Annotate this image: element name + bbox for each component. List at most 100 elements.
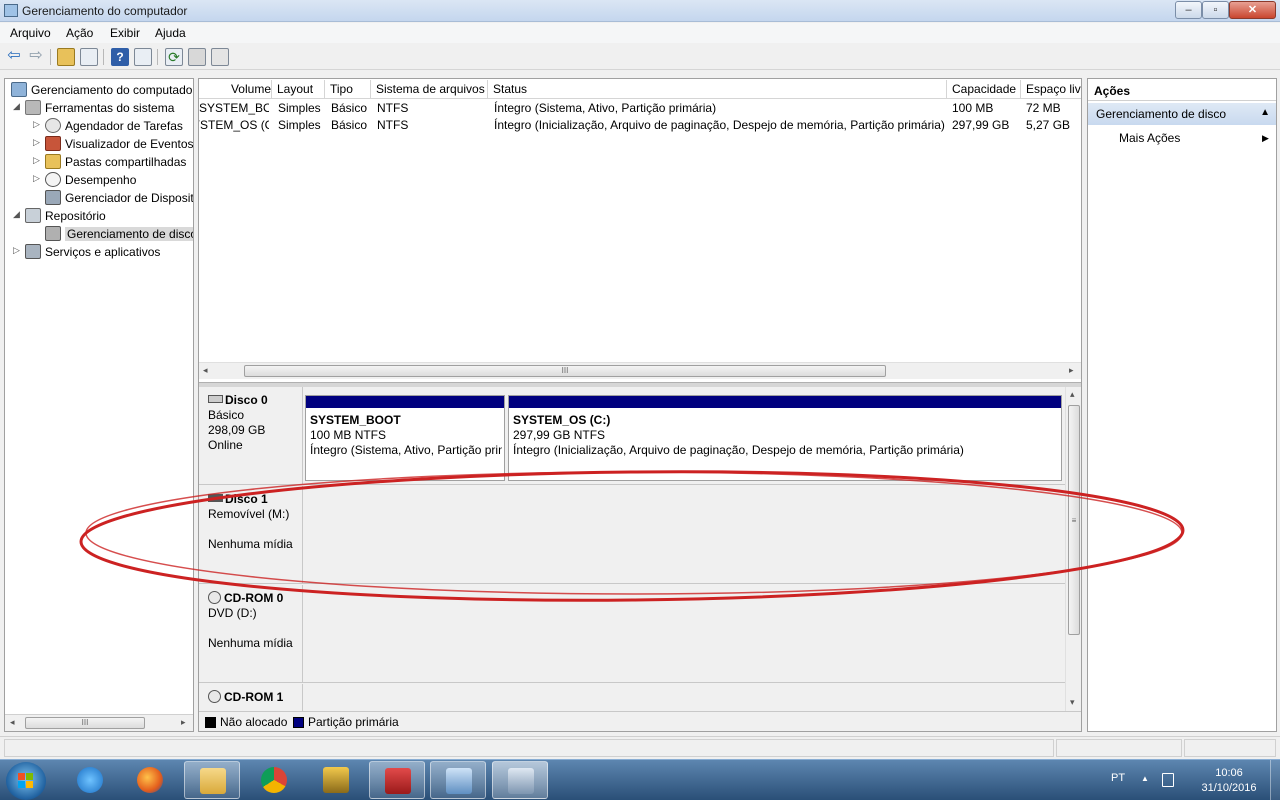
status-bar bbox=[0, 736, 1280, 758]
cd-rom-icon bbox=[208, 690, 221, 703]
taskbar: PT ▲ 10:06 31/10/2016 bbox=[0, 759, 1280, 800]
disk-label[interactable]: CD-ROM 0 DVD (D:) Nenhuma mídia bbox=[199, 585, 303, 683]
taskbar-internet-explorer[interactable] bbox=[62, 761, 118, 799]
expanded-icon[interactable]: ◢ bbox=[13, 101, 23, 112]
collapsed-icon[interactable]: ▷ bbox=[33, 155, 43, 166]
menu-exibir[interactable]: Exibir bbox=[110, 26, 140, 40]
show-hidden-icons-arrow[interactable]: ▲ bbox=[1141, 774, 1149, 783]
device-manager-icon bbox=[45, 190, 61, 205]
tree-services-apps[interactable]: ▷ Serviços e aplicativos bbox=[13, 243, 193, 261]
disk-row-cdrom-0[interactable]: CD-ROM 0 DVD (D:) Nenhuma mídia bbox=[199, 585, 1065, 683]
forward-button[interactable]: ⇨ bbox=[27, 48, 45, 66]
cell-type: Básico bbox=[331, 118, 368, 132]
collapsed-icon[interactable]: ▷ bbox=[33, 137, 43, 148]
back-button[interactable]: ⇦ bbox=[5, 48, 23, 66]
show-hide-tree-icon[interactable] bbox=[80, 48, 98, 66]
scroll-thumb[interactable]: III bbox=[25, 717, 145, 729]
column-free-space[interactable]: Espaço livre bbox=[1021, 80, 1081, 99]
chrome-icon bbox=[261, 767, 287, 793]
tree-device-manager[interactable]: Gerenciador de Dispositivos bbox=[33, 189, 193, 207]
maximize-button[interactable]: ▫ bbox=[1202, 1, 1229, 19]
menu-arquivo[interactable]: Arquivo bbox=[10, 26, 51, 40]
console-tree: Gerenciamento do computador (Local) ◢ Fe… bbox=[4, 78, 194, 732]
tree-disk-management[interactable]: Gerenciamento de disco bbox=[33, 225, 193, 243]
column-volume[interactable]: Volume bbox=[199, 80, 272, 99]
taskbar-chrome[interactable] bbox=[246, 761, 302, 799]
partition-system-boot[interactable]: SYSTEM_BOOT 100 MB NTFS Íntegro (Sistema… bbox=[305, 395, 505, 481]
folder-icon bbox=[200, 768, 226, 794]
disk-label[interactable]: Disco 0 Básico 298,09 GB Online bbox=[199, 387, 303, 485]
help-button[interactable]: ? bbox=[111, 48, 129, 66]
taskbar-computer-management[interactable] bbox=[492, 761, 548, 799]
tree-system-tools[interactable]: ◢ Ferramentas do sistema bbox=[13, 99, 193, 117]
expanded-icon[interactable]: ◢ bbox=[13, 209, 23, 220]
disk-row-cdrom-1[interactable]: CD-ROM 1 bbox=[199, 684, 1065, 711]
menu-bar: Arquivo Ação Exibir Ajuda bbox=[0, 23, 1280, 43]
disk-row-disco-1[interactable]: Disco 1 Removível (M:) Nenhuma mídia bbox=[199, 486, 1065, 584]
minimize-button[interactable]: ‒ bbox=[1175, 1, 1202, 19]
scroll-left-arrow-icon[interactable]: ◂ bbox=[10, 717, 15, 728]
tree-storage[interactable]: ◢ Repositório bbox=[13, 207, 193, 225]
menu-acao[interactable]: Ação bbox=[66, 26, 93, 40]
clock-icon bbox=[45, 118, 61, 133]
show-desktop-button[interactable] bbox=[1270, 760, 1280, 800]
collapsed-icon[interactable]: ▷ bbox=[33, 173, 43, 184]
scroll-right-arrow-icon[interactable]: ▸ bbox=[1069, 365, 1074, 376]
scroll-thumb[interactable]: III bbox=[244, 365, 886, 377]
scroll-left-arrow-icon[interactable]: ◂ bbox=[203, 365, 208, 376]
taskbar-toolbox-app[interactable] bbox=[369, 761, 425, 799]
refresh-icon[interactable]: ⟳ bbox=[165, 48, 183, 66]
legend-unallocated-swatch bbox=[205, 717, 216, 728]
column-type[interactable]: Tipo bbox=[325, 80, 371, 99]
disk-label[interactable]: Disco 1 Removível (M:) Nenhuma mídia bbox=[199, 486, 303, 584]
cd-rom-icon bbox=[208, 591, 221, 604]
tree-shared-folders[interactable]: ▷ Pastas compartilhadas bbox=[33, 153, 193, 171]
scroll-thumb[interactable]: ≡ bbox=[1068, 405, 1080, 635]
tree-task-scheduler[interactable]: ▷ Agendador de Tarefas bbox=[33, 117, 193, 135]
services-icon bbox=[25, 244, 41, 259]
menu-ajuda[interactable]: Ajuda bbox=[155, 26, 186, 40]
up-folder-icon[interactable] bbox=[57, 48, 75, 66]
show-hide-actions-icon[interactable] bbox=[134, 48, 152, 66]
clock-date: 31/10/2016 bbox=[1201, 782, 1257, 794]
submenu-arrow-icon[interactable]: ▶ bbox=[1262, 133, 1269, 144]
more-actions[interactable]: Mais Ações bbox=[1119, 131, 1180, 145]
start-button[interactable] bbox=[6, 762, 46, 800]
cell-free-space: 5,27 GB bbox=[1026, 118, 1071, 132]
column-filesystem[interactable]: Sistema de arquivos bbox=[371, 80, 488, 99]
actions-section-disk-management[interactable]: Gerenciamento de disco ▲ bbox=[1088, 103, 1276, 125]
volume-list-horizontal-scrollbar[interactable]: ◂ III ▸ bbox=[199, 362, 1081, 379]
collapsed-icon[interactable]: ▷ bbox=[13, 245, 23, 256]
partition-system-os[interactable]: SYSTEM_OS (C:) 297,99 GB NTFS Íntegro (I… bbox=[508, 395, 1062, 481]
system-clock[interactable]: 10:06 31/10/2016 bbox=[1196, 766, 1262, 796]
scroll-right-arrow-icon[interactable]: ▸ bbox=[181, 717, 186, 728]
network-icon[interactable] bbox=[1162, 773, 1174, 787]
scroll-up-arrow-icon[interactable]: ▴ bbox=[1070, 389, 1075, 400]
legend: Não alocado Partição primária bbox=[199, 711, 1081, 731]
tree-root[interactable]: Gerenciamento do computador (Local) bbox=[9, 81, 193, 99]
column-layout[interactable]: Layout bbox=[272, 80, 325, 99]
taskbar-firefox[interactable] bbox=[122, 761, 178, 799]
tree-performance[interactable]: ▷ Desempenho bbox=[33, 171, 193, 189]
properties-icon[interactable] bbox=[188, 48, 206, 66]
status-pane-3 bbox=[1184, 739, 1276, 757]
close-button[interactable]: ✕ bbox=[1229, 1, 1276, 19]
column-status[interactable]: Status bbox=[488, 80, 947, 99]
collapsed-icon[interactable]: ▷ bbox=[33, 119, 43, 130]
taskbar-control-panel[interactable] bbox=[430, 761, 486, 799]
disk-row-disco-0[interactable]: Disco 0 Básico 298,09 GB Online SYSTEM_B… bbox=[199, 387, 1065, 485]
disk-view-vertical-scrollbar[interactable]: ▴ ≡ ▾ bbox=[1065, 387, 1081, 711]
tree-horizontal-scrollbar[interactable]: ◂ III ▸ bbox=[5, 714, 193, 731]
column-capacity[interactable]: Capacidade bbox=[947, 80, 1021, 99]
tree-event-viewer[interactable]: ▷ Visualizador de Eventos bbox=[33, 135, 193, 153]
disk-settings-icon[interactable] bbox=[211, 48, 229, 66]
status-pane-main bbox=[4, 739, 1054, 757]
cell-filesystem: NTFS bbox=[377, 118, 409, 132]
collapse-arrow-icon[interactable]: ▲ bbox=[1260, 107, 1270, 118]
taskbar-tool-app[interactable] bbox=[308, 761, 364, 799]
language-indicator[interactable]: PT bbox=[1111, 772, 1125, 784]
scroll-down-arrow-icon[interactable]: ▾ bbox=[1070, 697, 1075, 708]
taskbar-file-explorer[interactable] bbox=[184, 761, 240, 799]
cell-layout: Simples bbox=[278, 101, 321, 115]
disk-label[interactable]: CD-ROM 1 bbox=[199, 684, 303, 711]
